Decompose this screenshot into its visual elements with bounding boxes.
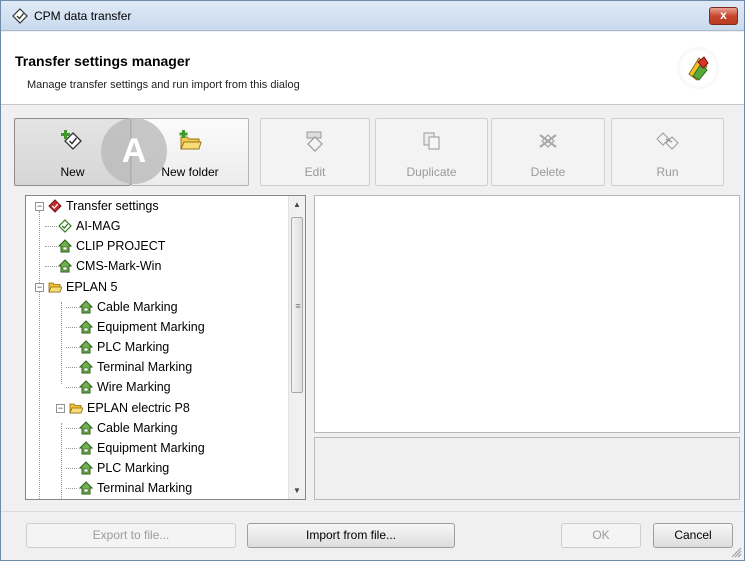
tree-node-p8-plc[interactable]: PLC Marking [26, 458, 286, 478]
transfer-logo-icon [677, 47, 719, 89]
house-setting-icon [79, 320, 93, 334]
tree-node-eplan5-cable[interactable]: Cable Marking [26, 297, 286, 317]
callout-marker-a: A [101, 118, 167, 184]
delete-button-label: Delete [530, 165, 566, 179]
footer-divider [1, 511, 744, 512]
folder-open-icon [48, 282, 62, 293]
tree-node-p8-terminal[interactable]: Terminal Marking [26, 478, 286, 498]
tree-node-p8-cable[interactable]: Cable Marking [26, 418, 286, 438]
setting-diamond-icon [58, 219, 72, 233]
root-settings-icon [48, 199, 62, 213]
tree-node-eplan5-equipment[interactable]: Equipment Marking [26, 317, 286, 337]
tree-node-p8-equipment[interactable]: Equipment Marking [26, 438, 286, 458]
collapse-toggle[interactable]: − [35, 283, 44, 292]
new-folder-icon [179, 130, 202, 150]
close-button[interactable]: x [709, 7, 738, 25]
edit-icon [306, 131, 323, 152]
tree-label: Terminal Marking [97, 360, 193, 374]
folder-open-icon [69, 403, 83, 414]
tree-label: Cable Marking [97, 421, 178, 435]
duplicate-button[interactable]: Duplicate [375, 118, 488, 186]
duplicate-button-label: Duplicate [406, 165, 457, 179]
transfer-settings-tree: − Transfer settings AI-MAG CLIP PROJECT … [26, 196, 288, 499]
delete-icon [539, 134, 557, 148]
tree-label: PLC Marking [97, 461, 170, 475]
window-title: CPM data transfer [34, 9, 132, 23]
tree-node-cms-mark-win[interactable]: CMS-Mark-Win [26, 256, 286, 276]
house-setting-icon [58, 239, 72, 253]
house-setting-icon [79, 441, 93, 455]
edit-button-label: Edit [304, 165, 326, 179]
resize-grip-icon[interactable] [732, 548, 742, 558]
tree-label: EPLAN 5 [66, 280, 118, 294]
tree-node-clip-project[interactable]: CLIP PROJECT [26, 236, 286, 256]
collapse-toggle[interactable]: − [35, 202, 44, 211]
grip-icon: ≡ [295, 301, 301, 311]
tree-label: Wire Marking [97, 380, 171, 394]
duplicate-icon [423, 132, 439, 150]
tree-label: PLC Marking [97, 340, 170, 354]
dialog-header: Transfer settings manager Manage transfe… [1, 32, 744, 105]
tree-label: EPLAN electric P8 [87, 401, 190, 415]
import-from-file-button[interactable]: Import from file... [247, 523, 455, 548]
settings-detail-panel [314, 195, 740, 433]
tree-node-ai-mag[interactable]: AI-MAG [26, 216, 286, 236]
tree-label: CMS-Mark-Win [76, 259, 162, 273]
house-setting-icon [79, 461, 93, 475]
collapse-toggle[interactable]: − [56, 404, 65, 413]
export-to-file-button[interactable]: Export to file... [26, 523, 236, 548]
tree-label: CLIP PROJECT [76, 239, 166, 253]
transfer-settings-tree-panel[interactable]: − Transfer settings AI-MAG CLIP PROJECT … [25, 195, 306, 500]
header-title: Transfer settings manager [15, 53, 191, 69]
dialog-window: CPM data transfer x Transfer settings ma… [0, 0, 745, 561]
tree-label: Transfer settings [66, 199, 159, 213]
tree-node-eplan5-terminal[interactable]: Terminal Marking [26, 357, 286, 377]
cpm-app-icon [12, 8, 28, 24]
tree-label: AI-MAG [76, 219, 121, 233]
settings-description-panel [314, 437, 740, 500]
run-icon [655, 132, 679, 150]
tree-node-eplan5[interactable]: − EPLAN 5 [26, 277, 286, 297]
run-button[interactable]: Run [611, 118, 724, 186]
title-bar[interactable]: CPM data transfer x [1, 1, 744, 31]
scroll-up-arrow-icon[interactable]: ▲ [289, 196, 305, 213]
ok-button[interactable]: OK [561, 523, 641, 548]
tree-scrollbar[interactable]: ▲ ≡ ▼ [288, 196, 305, 499]
new-setting-icon [60, 130, 82, 150]
delete-button[interactable]: Delete [491, 118, 605, 186]
tree-label: Equipment Marking [97, 441, 205, 455]
scrollbar-thumb[interactable]: ≡ [291, 217, 303, 393]
edit-button[interactable]: Edit [260, 118, 370, 186]
house-setting-icon [79, 360, 93, 374]
house-setting-icon [79, 340, 93, 354]
tree-label: Terminal Marking [97, 481, 193, 495]
house-setting-icon [79, 481, 93, 495]
tree-node-eplan5-wire[interactable]: Wire Marking [26, 377, 286, 397]
tree-node-root[interactable]: − Transfer settings [26, 196, 286, 216]
run-button-label: Run [656, 165, 679, 179]
house-setting-icon [79, 421, 93, 435]
house-setting-icon [79, 300, 93, 314]
tree-label: Equipment Marking [97, 320, 205, 334]
tree-label: Cable Marking [97, 300, 178, 314]
house-setting-icon [58, 259, 72, 273]
tree-node-eplan-p8[interactable]: − EPLAN electric P8 [26, 398, 286, 418]
cancel-button[interactable]: Cancel [653, 523, 733, 548]
scroll-down-arrow-icon[interactable]: ▼ [289, 482, 305, 499]
house-setting-icon [79, 380, 93, 394]
tree-node-eplan5-plc[interactable]: PLC Marking [26, 337, 286, 357]
header-subtitle: Manage transfer settings and run import … [27, 79, 300, 91]
